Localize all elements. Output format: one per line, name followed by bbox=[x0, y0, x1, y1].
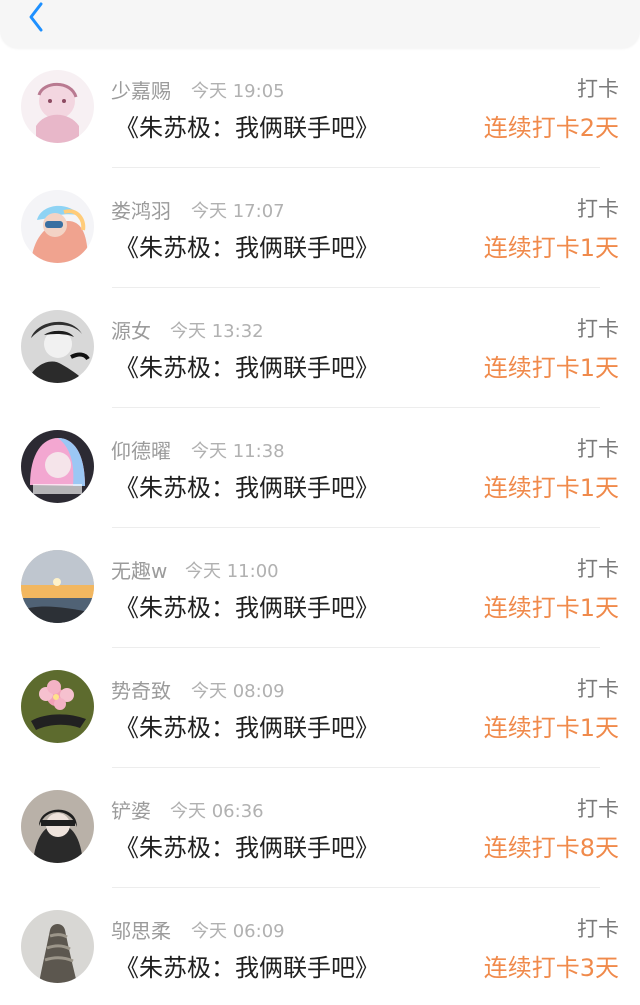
post-time: 今天 11:00 bbox=[185, 561, 279, 582]
checkin-label: 打卡 bbox=[577, 557, 619, 581]
post-time: 今天 06:09 bbox=[191, 921, 285, 942]
avatar-pastel-hair-icon[interactable] bbox=[21, 430, 94, 503]
back-button[interactable] bbox=[20, 0, 54, 34]
streak-label: 连续打卡3天 bbox=[483, 954, 619, 982]
book-title[interactable]: 《朱苏极：我俩联手吧》 bbox=[115, 352, 379, 384]
post-time: 今天 17:07 bbox=[191, 201, 285, 222]
user-name[interactable]: 无趣w bbox=[111, 558, 167, 584]
avatar-black-white-photo-icon[interactable] bbox=[21, 310, 94, 383]
book-title[interactable]: 《朱苏极：我俩联手吧》 bbox=[115, 832, 379, 864]
post-time: 今天 13:32 bbox=[170, 321, 264, 342]
user-name[interactable]: 娄鸿羽 bbox=[111, 198, 171, 224]
avatar-sculpture-icon[interactable] bbox=[21, 910, 94, 983]
list-item[interactable]: 铲婆 今天 06:36 《朱苏极：我俩联手吧》 打卡 连续打卡8天 bbox=[0, 768, 640, 888]
list-item[interactable]: 邬思柔 今天 06:09 《朱苏极：我俩联手吧》 打卡 连续打卡3天 bbox=[0, 888, 640, 1005]
checkin-label: 打卡 bbox=[577, 917, 619, 941]
list-item[interactable]: 仰德曜 今天 11:38 《朱苏极：我俩联手吧》 打卡 连续打卡1天 bbox=[0, 408, 640, 528]
book-title[interactable]: 《朱苏极：我俩联手吧》 bbox=[115, 232, 379, 264]
user-name[interactable]: 邬思柔 bbox=[111, 918, 171, 944]
avatar-portrait-icon[interactable] bbox=[21, 790, 94, 863]
list-item[interactable]: 娄鸿羽 今天 17:07 《朱苏极：我俩联手吧》 打卡 连续打卡1天 bbox=[0, 168, 640, 288]
list-item[interactable]: 源女 今天 13:32 《朱苏极：我俩联手吧》 打卡 连续打卡1天 bbox=[0, 288, 640, 408]
chevron-left-icon bbox=[29, 2, 43, 32]
avatar-colorful-hair-icon[interactable] bbox=[21, 190, 94, 263]
corner-indicator bbox=[616, 0, 640, 20]
book-title[interactable]: 《朱苏极：我俩联手吧》 bbox=[115, 112, 379, 144]
list-item[interactable]: 无趣w 今天 11:00 《朱苏极：我俩联手吧》 打卡 连续打卡1天 bbox=[0, 528, 640, 648]
user-name[interactable]: 势奇致 bbox=[111, 678, 171, 704]
list-item[interactable]: 势奇致 今天 08:09 《朱苏极：我俩联手吧》 打卡 连续打卡1天 bbox=[0, 648, 640, 768]
user-name[interactable]: 仰德曜 bbox=[111, 438, 171, 464]
avatar-flower-hairpin-icon[interactable] bbox=[21, 670, 94, 743]
post-time: 今天 19:05 bbox=[191, 81, 285, 102]
page: 少嘉赐 今天 19:05 《朱苏极：我俩联手吧》 打卡 连续打卡2天 娄鸿羽 今… bbox=[0, 0, 640, 1005]
book-title[interactable]: 《朱苏极：我俩联手吧》 bbox=[115, 952, 379, 984]
streak-label: 连续打卡1天 bbox=[483, 714, 619, 742]
streak-label: 连续打卡1天 bbox=[483, 234, 619, 262]
user-name[interactable]: 少嘉赐 bbox=[111, 78, 171, 104]
book-title[interactable]: 《朱苏极：我俩联手吧》 bbox=[115, 712, 379, 744]
list-item[interactable]: 少嘉赐 今天 19:05 《朱苏极：我俩联手吧》 打卡 连续打卡2天 bbox=[0, 48, 640, 168]
checkin-label: 打卡 bbox=[577, 797, 619, 821]
book-title[interactable]: 《朱苏极：我俩联手吧》 bbox=[115, 592, 379, 624]
avatar-sunset-sea-icon[interactable] bbox=[21, 550, 94, 623]
checkin-label: 打卡 bbox=[577, 197, 619, 221]
streak-label: 连续打卡2天 bbox=[483, 114, 619, 142]
checkin-feed: 少嘉赐 今天 19:05 《朱苏极：我俩联手吧》 打卡 连续打卡2天 娄鸿羽 今… bbox=[0, 48, 640, 1005]
streak-label: 连续打卡8天 bbox=[483, 834, 619, 862]
checkin-label: 打卡 bbox=[577, 437, 619, 461]
post-time: 今天 06:36 bbox=[170, 801, 264, 822]
streak-label: 连续打卡1天 bbox=[483, 354, 619, 382]
checkin-label: 打卡 bbox=[577, 77, 619, 101]
post-time: 今天 08:09 bbox=[191, 681, 285, 702]
avatar-illustration-icon[interactable] bbox=[21, 70, 94, 143]
checkin-label: 打卡 bbox=[577, 317, 619, 341]
user-name[interactable]: 源女 bbox=[111, 318, 151, 344]
streak-label: 连续打卡1天 bbox=[483, 594, 619, 622]
top-bar bbox=[0, 0, 640, 48]
checkin-label: 打卡 bbox=[577, 677, 619, 701]
post-time: 今天 11:38 bbox=[191, 441, 285, 462]
book-title[interactable]: 《朱苏极：我俩联手吧》 bbox=[115, 472, 379, 504]
streak-label: 连续打卡1天 bbox=[483, 474, 619, 502]
user-name[interactable]: 铲婆 bbox=[111, 798, 151, 824]
